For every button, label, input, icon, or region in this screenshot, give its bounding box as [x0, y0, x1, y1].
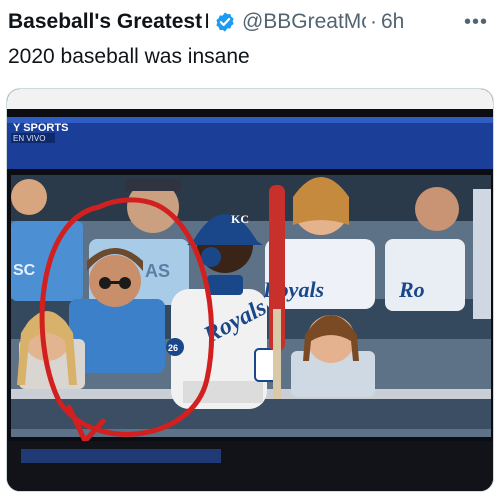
name-separator: I: [204, 10, 210, 33]
network-logo: Y SPORTS: [13, 122, 68, 134]
more-options-icon[interactable]: •••: [464, 11, 492, 34]
separator-dot: ·: [369, 10, 377, 33]
cutout-jersey-mid: AS: [145, 261, 170, 281]
post-text: 2020 baseball was insane: [8, 45, 250, 68]
post-time[interactable]: 6h: [381, 10, 404, 34]
author-name[interactable]: Baseball's Greatest: [8, 10, 202, 34]
post-media[interactable]: Y SPORTS EN VIVO SC AS Royals Ro KC Roya…: [6, 88, 494, 492]
cutout-jersey-left: SC: [13, 262, 36, 279]
verified-badge-icon: [214, 11, 236, 33]
author-handle[interactable]: @BBGreatMc: [242, 10, 366, 34]
photo-top-border: [7, 89, 493, 109]
helmet-logo: KC: [231, 212, 249, 226]
tv-photo: Y SPORTS EN VIVO SC AS Royals Ro KC Roya…: [7, 89, 493, 491]
cutout-fan-left: [11, 221, 83, 301]
network-bar: [7, 117, 493, 169]
post-header: Baseball's Greatest I @BBGreatMc · 6h ••…: [8, 8, 492, 36]
cutout-jersey-far-right: Ro: [398, 277, 425, 302]
player-neck-gaiter: [207, 275, 243, 295]
player-number: 26: [168, 343, 178, 353]
cutout-fan-far-right: [385, 239, 465, 311]
network-tag: EN VIVO: [13, 134, 45, 143]
